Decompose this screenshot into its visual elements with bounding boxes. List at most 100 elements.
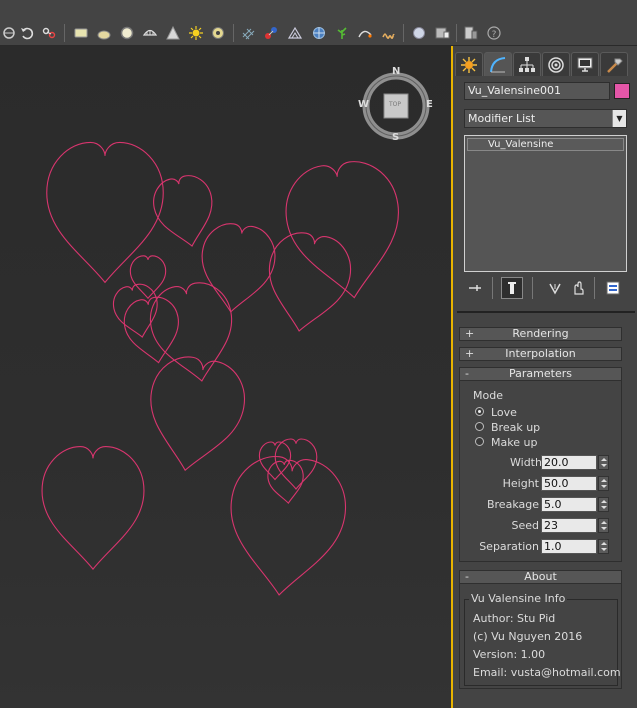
separation-value[interactable]: 1.0: [541, 539, 597, 554]
mode-love-radio[interactable]: [475, 407, 484, 416]
rollout-collapse-sign: -: [465, 570, 469, 583]
stack-item-vu-valensine[interactable]: Vu_Valensine: [467, 138, 624, 151]
sun-icon[interactable]: [187, 24, 205, 42]
spring-icon[interactable]: [379, 24, 397, 42]
spinner-arrows-icon[interactable]: [598, 497, 609, 512]
width-spinner[interactable]: 20.0: [541, 455, 609, 470]
heart-shape[interactable]: [222, 452, 350, 601]
path-icon[interactable]: [356, 24, 374, 42]
height-spinner[interactable]: 50.0: [541, 476, 609, 491]
modifier-list-dropdown[interactable]: Modifier List ▼: [464, 109, 627, 128]
command-panel: Vu_Valensine001 Modifier List ▼ Vu_Valen…: [455, 46, 637, 708]
rollout-interpolation-label: Interpolation: [505, 347, 576, 360]
height-value[interactable]: 50.0: [541, 476, 597, 491]
rollout-about-label: About: [524, 570, 557, 583]
rollout-rendering[interactable]: + Rendering: [459, 327, 622, 341]
grid-icon[interactable]: [240, 24, 258, 42]
link-icon[interactable]: [40, 24, 58, 42]
separation-spinner[interactable]: 1.0: [541, 539, 609, 554]
svg-text:?: ?: [492, 30, 497, 40]
mode-make-up-radio[interactable]: [475, 437, 484, 446]
geometry-icon[interactable]: [286, 24, 304, 42]
width-label: Width: [510, 456, 542, 469]
rollout-parameters-label: Parameters: [509, 367, 572, 380]
spinner-arrows-icon[interactable]: [598, 476, 609, 491]
bind-icon[interactable]: [262, 24, 280, 42]
heart-shape[interactable]: [280, 156, 410, 305]
separation-label: Separation: [479, 540, 539, 553]
rollout-collapse-sign: -: [465, 367, 469, 380]
mode-break-up-label[interactable]: Break up: [491, 421, 540, 434]
heart-shape[interactable]: [195, 220, 279, 317]
compass-east: E: [426, 99, 433, 110]
help-icon[interactable]: ?: [485, 24, 503, 42]
top-viewport[interactable]: N S E W TOP: [0, 46, 453, 708]
spinner-arrows-icon[interactable]: [598, 518, 609, 533]
heart-shape[interactable]: [47, 142, 163, 282]
about-version: Version: 1.00: [473, 648, 546, 661]
seed-spinner[interactable]: 23: [541, 518, 609, 533]
breakage-spinner[interactable]: 5.0: [541, 497, 609, 512]
pin-stack-icon[interactable]: [464, 277, 486, 299]
parameters-group: [459, 381, 622, 562]
mode-make-up-label[interactable]: Make up: [491, 436, 537, 449]
viewcube-face-label: TOP: [389, 101, 402, 108]
heart-shape[interactable]: [42, 447, 144, 570]
breakage-label: Breakage: [486, 498, 539, 511]
cone-icon[interactable]: [164, 24, 182, 42]
hierarchy-tab[interactable]: [513, 52, 541, 76]
modifier-stack[interactable]: Vu_Valensine: [464, 135, 627, 272]
about-copyright: (c) Vu Nguyen 2016: [473, 630, 583, 643]
plant-icon[interactable]: [333, 24, 351, 42]
breakage-value[interactable]: 5.0: [541, 497, 597, 512]
heart-shape[interactable]: [259, 228, 356, 338]
undo-icon[interactable]: [18, 24, 36, 42]
gallery-icon[interactable]: [462, 24, 480, 42]
stack-toolbar: [464, 277, 634, 299]
modify-tab[interactable]: [484, 52, 512, 76]
rollout-parameters[interactable]: - Parameters: [459, 367, 622, 381]
heart-shape[interactable]: [130, 256, 165, 298]
mode-label: Mode: [473, 389, 503, 402]
viewport-nav-icon[interactable]: [0, 24, 18, 42]
spinner-arrows-icon[interactable]: [598, 455, 609, 470]
spinner-arrows-icon[interactable]: [598, 539, 609, 554]
rollout-about[interactable]: - About: [459, 570, 622, 584]
object-color-swatch[interactable]: [614, 83, 630, 99]
about-email: Email: vusta@hotmail.com: [473, 666, 621, 679]
utilities-tab[interactable]: [600, 52, 628, 76]
rectangle-icon[interactable]: [72, 24, 90, 42]
mode-break-up-radio[interactable]: [475, 422, 484, 431]
rollout-rendering-label: Rendering: [512, 327, 569, 340]
render-sphere-icon[interactable]: [410, 24, 428, 42]
heart-shape[interactable]: [139, 351, 251, 478]
info-group-title: Vu Valensine Info: [469, 592, 568, 605]
show-end-result-icon[interactable]: [501, 277, 523, 299]
viewcube[interactable]: N S E W TOP: [356, 66, 436, 148]
chevron-down-icon[interactable]: ▼: [612, 110, 626, 127]
compass-south: S: [392, 132, 400, 143]
width-value[interactable]: 20.0: [541, 455, 597, 470]
create-tab[interactable]: [455, 52, 483, 76]
rollout-interpolation[interactable]: + Interpolation: [459, 347, 622, 361]
object-name-field[interactable]: Vu_Valensine001: [464, 82, 610, 100]
compass-north: N: [392, 66, 401, 77]
render-frame-icon[interactable]: [433, 24, 451, 42]
motion-tab[interactable]: [542, 52, 570, 76]
rollout-expand-sign: +: [465, 327, 475, 340]
mode-love-label[interactable]: Love: [491, 406, 517, 419]
heart-shape[interactable]: [266, 459, 306, 505]
configure-sets-icon[interactable]: [602, 277, 624, 299]
about-author: Author: Stu Pid: [473, 612, 556, 625]
compass-west: W: [358, 99, 370, 110]
torus-icon[interactable]: [209, 24, 227, 42]
make-unique-icon[interactable]: [544, 277, 566, 299]
sphere-icon[interactable]: [95, 24, 113, 42]
remove-modifier-icon[interactable]: [567, 277, 589, 299]
shell-icon[interactable]: [141, 24, 159, 42]
seed-value[interactable]: 23: [541, 518, 597, 533]
display-tab[interactable]: [571, 52, 599, 76]
main-toolbar: ?: [0, 0, 637, 46]
circle-icon[interactable]: [118, 24, 136, 42]
globe-icon[interactable]: [310, 24, 328, 42]
